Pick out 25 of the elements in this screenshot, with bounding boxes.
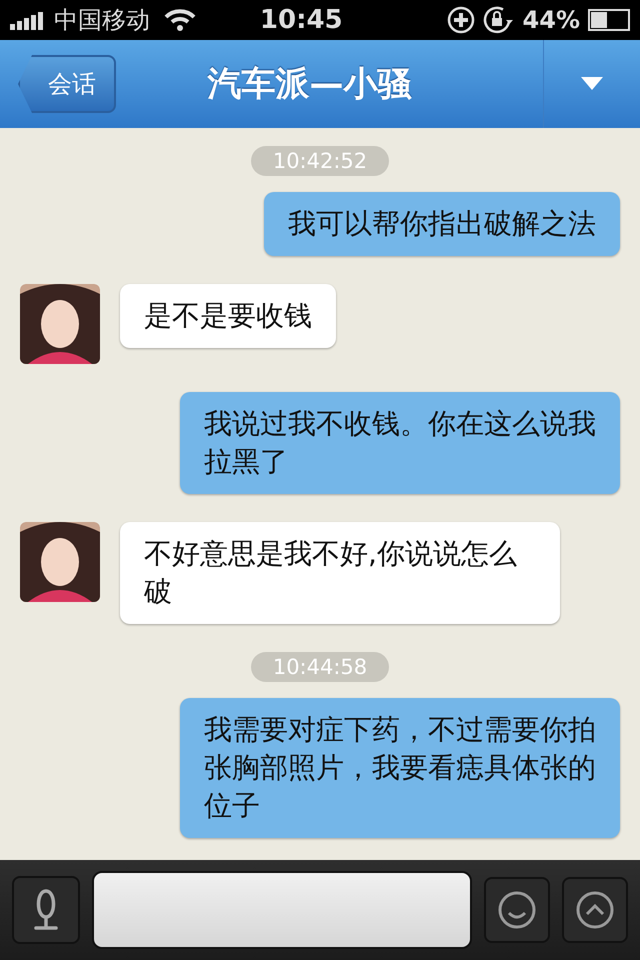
back-button[interactable]: 会话 — [18, 55, 116, 113]
rotation-lock-icon — [482, 6, 515, 34]
caret-icon — [581, 77, 603, 91]
sent-message: 我可以帮你指出破解之法 — [264, 192, 620, 256]
sent-message: 我说过我不收钱。你在这么说我拉黑了 — [180, 392, 620, 494]
chevron-up-circle-icon — [575, 890, 615, 930]
timestamp: 10:42:52 — [250, 146, 390, 176]
carrier-name: 中国移动 — [54, 5, 150, 36]
signal-icon — [10, 10, 46, 30]
received-message: 不好意思是我不好,你说说怎么破 — [120, 522, 560, 624]
sent-message: 我需要对症下药，不过需要你拍张胸部照片，我要看痣具体张的位子 — [180, 698, 620, 838]
battery-percent: 44% — [522, 6, 580, 34]
battery-icon — [588, 9, 630, 31]
emoji-button[interactable] — [484, 877, 550, 943]
microphone-icon — [33, 889, 59, 931]
voice-button[interactable] — [12, 876, 80, 944]
clock-time: 10:45 — [258, 5, 344, 35]
message-input[interactable] — [92, 871, 472, 949]
chat-title: 汽车派—小骚 — [206, 63, 413, 106]
wifi-icon — [164, 9, 196, 31]
more-button[interactable] — [562, 877, 628, 943]
smiley-icon — [497, 890, 537, 930]
plus-circle-icon — [446, 6, 475, 34]
received-message: 是不是要收钱 — [120, 284, 336, 348]
timestamp: 10:44:58 — [250, 652, 390, 682]
